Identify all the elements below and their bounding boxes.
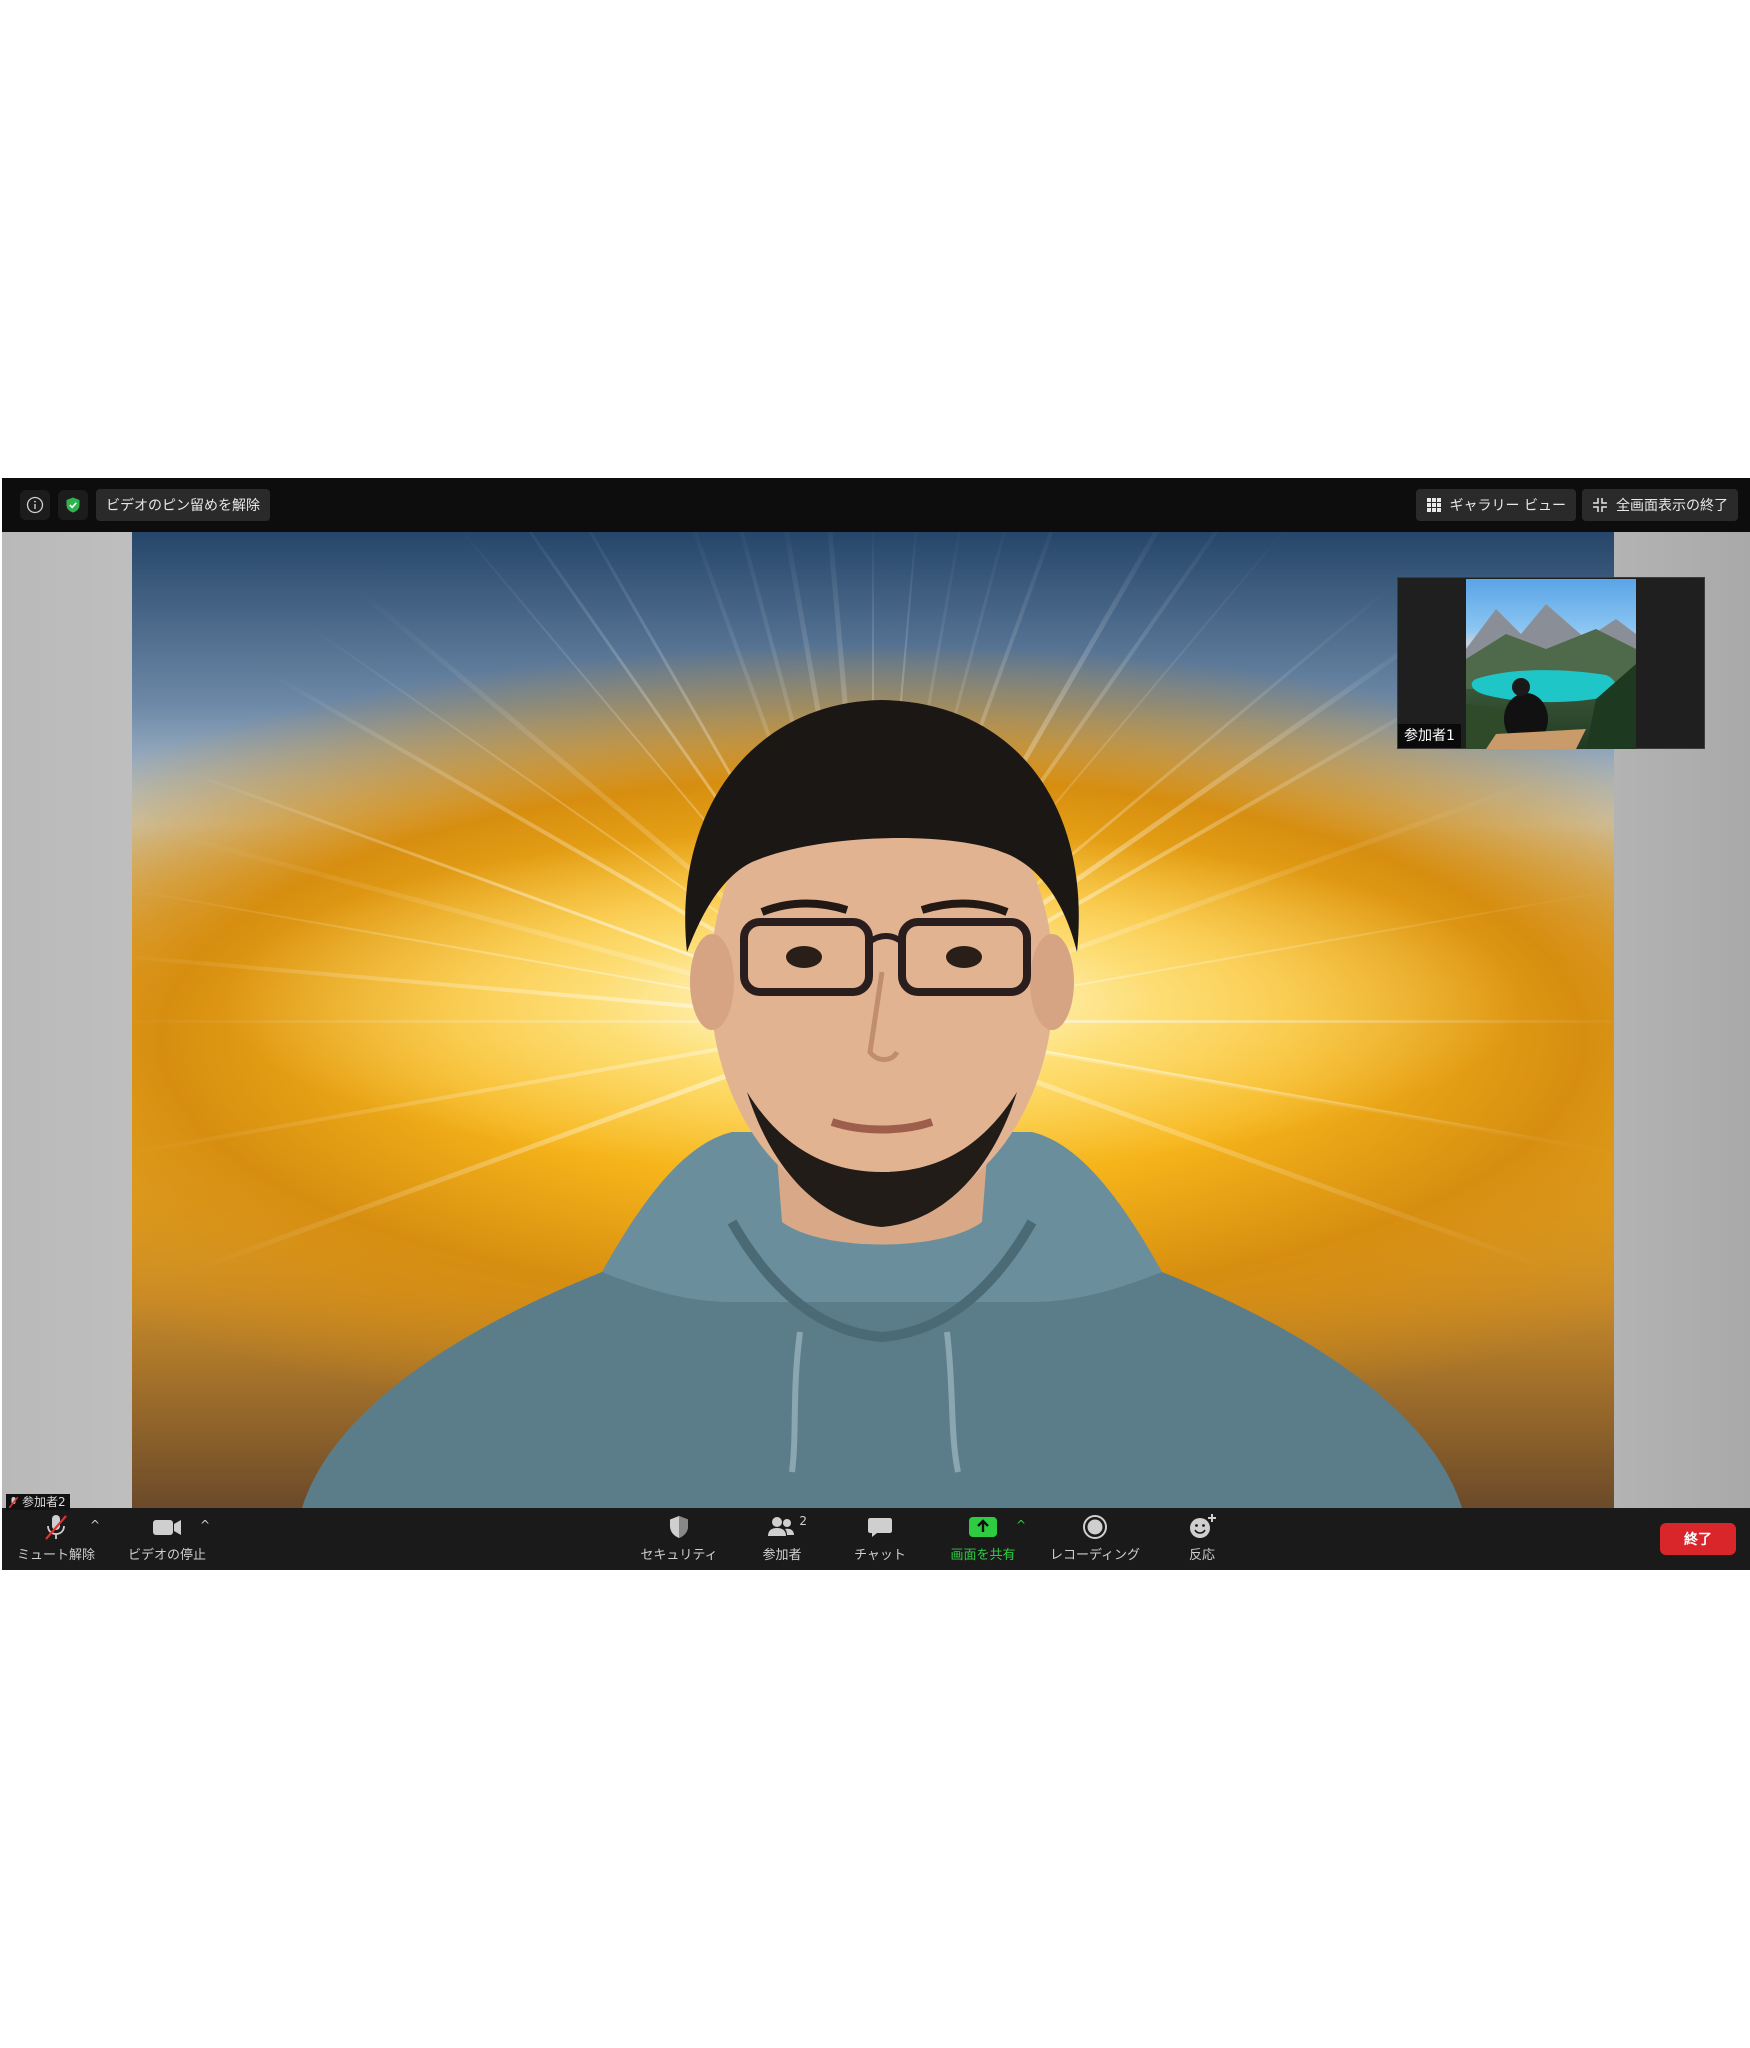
info-icon [26,496,44,514]
security-button[interactable]: セキュリティ [634,1512,724,1566]
end-meeting-button[interactable]: 終了 [1660,1523,1736,1555]
participant-video-person [302,700,1462,1508]
exit-fullscreen-label: 全画面表示の終了 [1616,498,1728,514]
encryption-button[interactable] [58,490,88,520]
thumbnail-video-feed [1466,579,1636,749]
chat-label: チャット [854,1548,906,1563]
main-participant-name-tag: 参加者2 [6,1494,70,1510]
top-bar: ビデオのピン留めを解除 ギャラリー ビュー 全画面表示の終了 [2,478,1750,532]
muted-mic-indicator-icon [8,1496,19,1509]
participants-button[interactable]: 2 参加者 [740,1512,824,1566]
record-icon [1083,1515,1107,1539]
share-options-caret-icon[interactable]: ^ [1016,1518,1026,1532]
mountain-lake-image [1466,604,1636,749]
chat-bubble-icon [868,1518,892,1537]
security-shield-icon [670,1516,688,1538]
add-reaction-icon [1190,1514,1216,1538]
main-video-feed[interactable] [132,532,1614,1508]
end-meeting-label: 終了 [1684,1532,1712,1548]
participants-label: 参加者 [762,1548,802,1563]
muted-microphone-icon [45,1515,67,1540]
exit-fullscreen-icon [1593,498,1607,512]
meeting-info-button[interactable] [20,490,50,520]
unpin-video-label: ビデオのピン留めを解除 [106,498,260,514]
chat-button[interactable]: チャット [838,1512,922,1566]
main-participant-name: 参加者2 [22,1495,66,1509]
reactions-label: 反応 [1188,1548,1215,1563]
unpin-video-button[interactable]: ビデオのピン留めを解除 [96,489,270,521]
thumbnail-participant-name: 参加者1 [1398,724,1461,748]
share-screen-label: 画面を共有 [950,1548,1016,1563]
share-screen-icon [969,1517,997,1537]
exit-fullscreen-button[interactable]: 全画面表示の終了 [1582,489,1738,521]
shield-check-icon [66,497,80,513]
gallery-view-label: ギャラリー ビュー [1449,498,1566,514]
share-screen-button[interactable]: 画面を共有 [938,1512,1028,1566]
unmute-label: ミュート解除 [16,1548,95,1563]
recording-label: レコーディング [1049,1548,1141,1563]
grid-icon [1426,498,1441,512]
audio-options-caret-icon[interactable]: ^ [90,1518,100,1532]
participants-icon [768,1517,794,1536]
stop-video-button[interactable]: ビデオの停止 [122,1512,212,1566]
participants-count: 2 [799,1514,807,1528]
security-label: セキュリティ [640,1548,718,1563]
gallery-view-button[interactable]: ギャラリー ビュー [1415,489,1576,521]
video-camera-icon [153,1520,181,1535]
participant-thumbnail[interactable]: 参加者1 [1397,577,1705,749]
reactions-button[interactable]: 反応 [1162,1512,1242,1566]
stop-video-label: ビデオの停止 [127,1548,206,1563]
video-options-caret-icon[interactable]: ^ [200,1518,210,1532]
zoom-meeting-window: ビデオのピン留めを解除 ギャラリー ビュー 全画面表示の終了 参加者1 参加者2… [2,478,1750,1570]
unmute-button[interactable]: ミュート解除 [14,1512,98,1566]
recording-button[interactable]: レコーディング [1040,1512,1150,1566]
bottom-toolbar: 参加者2 ミュート解除 ^ ビデオの停止 ^ セキュリティ 2 参加者 チャット… [2,1494,1750,1570]
